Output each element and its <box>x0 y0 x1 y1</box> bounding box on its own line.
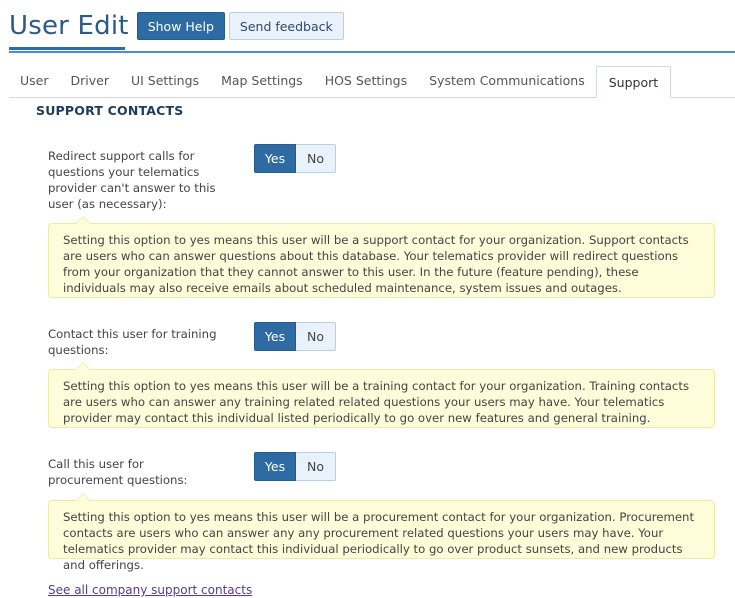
procurement-contact-no-button[interactable]: No <box>296 452 336 481</box>
training-contact-label: Contact this user for training questions… <box>48 327 217 357</box>
section-title: SUPPORT CONTACTS <box>36 103 184 118</box>
procurement-contact-note: Setting this option to yes means this us… <box>48 493 715 572</box>
procurement-contact-toggle: Yes No <box>254 452 336 481</box>
page-title: User Edit <box>9 11 129 41</box>
redirect-support-note: Setting this option to yes means this us… <box>48 216 715 298</box>
redirect-support-label: Redirect support calls for questions you… <box>48 149 216 211</box>
see-all-support-contacts-link[interactable]: See all company support contacts <box>48 583 252 597</box>
tab-hos-settings[interactable]: HOS Settings <box>314 65 418 97</box>
page-header: User Edit Show Help Send feedback <box>9 6 344 46</box>
tab-bar: User Driver UI Settings Map Settings HOS… <box>9 66 735 98</box>
training-contact-no-button[interactable]: No <box>296 322 336 351</box>
redirect-support-yes-button[interactable]: Yes <box>254 144 296 173</box>
tab-system-communications[interactable]: System Communications <box>418 65 596 97</box>
header-divider <box>9 51 735 53</box>
procurement-contact-yes-button[interactable]: Yes <box>254 452 296 481</box>
send-feedback-button[interactable]: Send feedback <box>228 12 344 40</box>
redirect-support-no-button[interactable]: No <box>296 144 336 173</box>
show-help-button[interactable]: Show Help <box>136 12 225 40</box>
title-underline <box>9 47 125 50</box>
tab-map-settings[interactable]: Map Settings <box>210 65 314 97</box>
tab-driver[interactable]: Driver <box>60 65 120 97</box>
redirect-support-toggle: Yes No <box>254 144 336 173</box>
training-contact-yes-button[interactable]: Yes <box>254 322 296 351</box>
procurement-contact-label: Call this user for procurement questions… <box>48 457 188 487</box>
tab-support[interactable]: Support <box>595 66 672 98</box>
training-contact-toggle: Yes No <box>254 322 336 351</box>
tab-user[interactable]: User <box>9 65 60 97</box>
training-contact-note: Setting this option to yes means this us… <box>48 362 715 428</box>
tab-ui-settings[interactable]: UI Settings <box>120 65 210 97</box>
